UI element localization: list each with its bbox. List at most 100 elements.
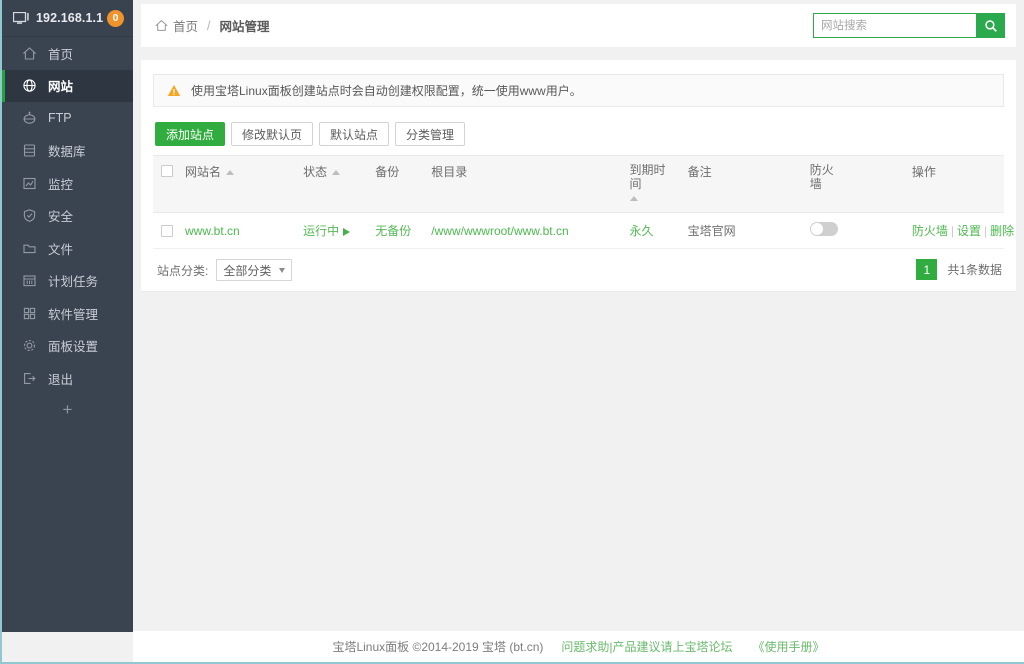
search-input[interactable] xyxy=(813,13,976,38)
th-root-dir-label: 根目录 xyxy=(431,165,467,179)
sidebar-item-panel-settings[interactable]: 面板设置 xyxy=(2,330,133,363)
th-firewall: 防火 墙 xyxy=(804,156,906,213)
category-filter-select[interactable]: 全部分类 xyxy=(216,259,292,281)
firewall-link[interactable]: 防火墙 xyxy=(912,224,948,238)
ftp-icon xyxy=(22,111,37,126)
topbar: 首页 / 网站管理 xyxy=(133,0,1024,51)
breadcrumb-current: 网站管理 xyxy=(220,16,270,35)
notification-badge[interactable]: 0 xyxy=(107,10,124,27)
cell-operations: 防火墙|设置|删除 xyxy=(906,213,1004,249)
forum-link[interactable]: 问题求助|产品建议请上宝塔论坛 xyxy=(561,638,732,655)
sidebar-item-software[interactable]: 软件管理 xyxy=(2,297,133,330)
category-filter-label: 站点分类: xyxy=(157,262,208,279)
sidebar-host-label: 192.168.1.1 xyxy=(36,11,107,25)
info-alert: 使用宝塔Linux面板创建站点时会自动创建权限配置，统一使用www用户。 xyxy=(153,74,1004,107)
manual-link[interactable]: 《使用手册》 xyxy=(753,638,825,655)
search-button[interactable] xyxy=(976,13,1005,38)
table-body: www.bt.cn 运行中 无备份 /www/wwwroot/www.bt.cn… xyxy=(153,213,1004,249)
sidebar-item-label: 面板设置 xyxy=(48,336,98,355)
th-backup-label: 备份 xyxy=(375,165,399,179)
sidebar-item-label: 退出 xyxy=(48,369,73,388)
edit-default-page-button[interactable]: 修改默认页 xyxy=(231,122,313,146)
home-icon xyxy=(155,19,168,32)
globe-icon xyxy=(22,78,37,93)
page-1-button[interactable]: 1 xyxy=(916,259,937,280)
sidebar-item-website[interactable]: 网站 xyxy=(2,70,133,103)
sidebar-item-logout[interactable]: 退出 xyxy=(2,362,133,395)
sidebar-item-label: FTP xyxy=(48,111,72,125)
settings-link[interactable]: 设置 xyxy=(957,224,981,238)
root-dir-link[interactable]: /www/wwwroot/www.bt.cn xyxy=(431,224,568,238)
cell-site-name: www.bt.cn xyxy=(179,213,297,249)
sidebar-item-security[interactable]: 安全 xyxy=(2,200,133,233)
main-card: 使用宝塔Linux面板创建站点时会自动创建权限配置，统一使用www用户。 添加站… xyxy=(141,60,1016,291)
sidebar-header[interactable]: 192.168.1.1 0 xyxy=(2,0,133,37)
category-management-button[interactable]: 分类管理 xyxy=(395,122,465,146)
sidebar-add-button[interactable]: + xyxy=(2,396,133,424)
expire-label[interactable]: 永久 xyxy=(630,224,654,238)
cell-root-dir: /www/wwwroot/www.bt.cn xyxy=(425,213,623,249)
sidebar: 192.168.1.1 0 首页 网站 xyxy=(2,0,133,632)
cell-status: 运行中 xyxy=(297,213,369,249)
database-icon xyxy=(22,143,37,158)
table-header: 网站名 状态 备份 根目录 到期时间 xyxy=(153,156,1004,213)
status-label: 运行中 xyxy=(303,224,339,238)
sidebar-item-label: 首页 xyxy=(48,44,73,63)
breadcrumb-home-link[interactable]: 首页 xyxy=(173,16,198,35)
add-site-button[interactable]: 添加站点 xyxy=(155,122,225,146)
chevron-down-icon xyxy=(279,268,285,273)
apps-icon xyxy=(22,306,37,321)
sidebar-item-home[interactable]: 首页 xyxy=(2,37,133,70)
th-operations: 操作 xyxy=(906,156,1004,213)
sidebar-item-label: 文件 xyxy=(48,239,73,258)
sort-asc-icon[interactable] xyxy=(226,170,234,175)
backup-label[interactable]: 无备份 xyxy=(375,224,411,238)
sidebar-item-label: 网站 xyxy=(48,76,73,95)
th-expire-time[interactable]: 到期时间 xyxy=(624,156,682,213)
th-status[interactable]: 状态 xyxy=(297,156,369,213)
select-all-checkbox[interactable] xyxy=(161,165,173,177)
page-footer: 宝塔Linux面板 ©2014-2019 宝塔 (bt.cn) 问题求助|产品建… xyxy=(133,630,1024,662)
site-name-link[interactable]: www.bt.cn xyxy=(185,224,240,238)
toggle-knob xyxy=(811,223,823,235)
operations-group: 防火墙|设置|删除 xyxy=(912,224,1014,238)
default-site-button[interactable]: 默认站点 xyxy=(319,122,389,146)
sidebar-item-label: 计划任务 xyxy=(48,271,98,290)
play-icon[interactable] xyxy=(343,228,350,236)
th-firewall-label-line2: 墙 xyxy=(810,177,900,191)
warning-triangle-icon xyxy=(167,84,181,97)
chart-icon xyxy=(22,176,37,191)
sort-asc-icon[interactable] xyxy=(630,196,638,201)
search-box xyxy=(813,13,1005,38)
row-checkbox[interactable] xyxy=(161,225,173,237)
cell-firewall xyxy=(804,213,906,249)
delete-link[interactable]: 删除 xyxy=(990,224,1014,238)
firewall-toggle[interactable] xyxy=(810,222,838,236)
sidebar-item-cron[interactable]: 计划任务 xyxy=(2,265,133,298)
sidebar-item-monitor[interactable]: 监控 xyxy=(2,167,133,200)
note-label[interactable]: 宝塔官网 xyxy=(688,224,736,238)
topbar-inner: 首页 / 网站管理 xyxy=(141,4,1016,47)
th-select-all[interactable] xyxy=(153,156,179,213)
shield-icon xyxy=(22,208,37,223)
th-root-dir: 根目录 xyxy=(425,156,623,213)
sort-asc-icon[interactable] xyxy=(332,170,340,175)
sidebar-item-ftp[interactable]: FTP xyxy=(2,102,133,135)
th-site-name[interactable]: 网站名 xyxy=(179,156,297,213)
row-select-cell[interactable] xyxy=(153,213,179,249)
ops-separator: | xyxy=(951,224,954,238)
pagination: 1 共1条数据 xyxy=(916,259,1002,280)
sidebar-item-database[interactable]: 数据库 xyxy=(2,135,133,168)
sidebar-item-files[interactable]: 文件 xyxy=(2,232,133,265)
th-operations-label: 操作 xyxy=(912,165,936,179)
alert-text: 使用宝塔Linux面板创建站点时会自动创建权限配置，统一使用www用户。 xyxy=(191,82,582,99)
sidebar-item-label: 数据库 xyxy=(48,141,86,160)
breadcrumb-separator: / xyxy=(207,19,210,33)
table-footer: 站点分类: 全部分类 1 共1条数据 xyxy=(153,249,1004,291)
folder-icon xyxy=(22,241,37,256)
table-row[interactable]: www.bt.cn 运行中 无备份 /www/wwwroot/www.bt.cn… xyxy=(153,213,1004,249)
sidebar-item-label: 监控 xyxy=(48,174,73,193)
logout-icon xyxy=(22,371,37,386)
th-note-label: 备注 xyxy=(688,165,712,179)
th-site-name-label: 网站名 xyxy=(185,165,221,179)
